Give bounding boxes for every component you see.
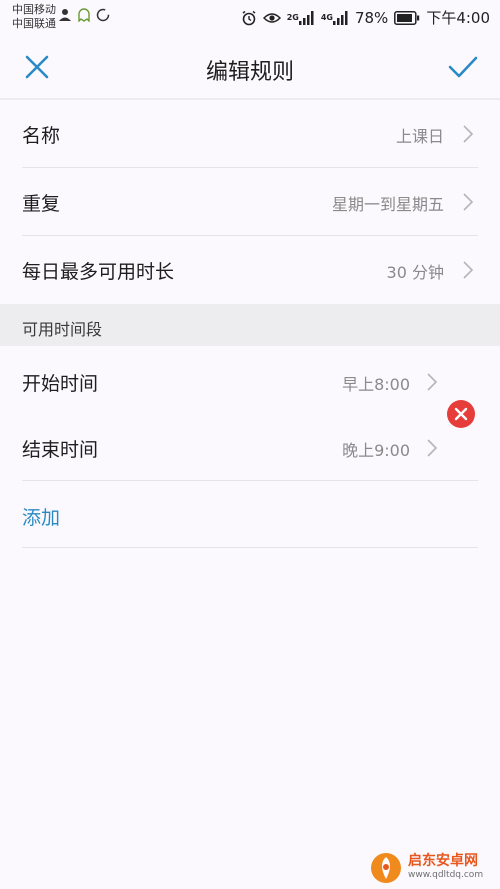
confirm-button[interactable] <box>446 50 480 84</box>
repeat-value: 星期一到星期五 <box>331 195 444 214</box>
name-row[interactable]: 名称 上课日 <box>22 100 478 167</box>
user-icon <box>58 8 72 22</box>
sync-icon <box>96 8 110 22</box>
daily-limit-value: 30 分钟 <box>386 263 444 282</box>
page-title: 编辑规则 <box>205 60 294 85</box>
watermark: 启东安卓网 www.qdltdq.com <box>370 852 483 884</box>
delete-time-period-button[interactable] <box>447 400 475 428</box>
repeat-row[interactable]: 重复 星期一到星期五 <box>22 168 478 235</box>
status-right-icons: 2G 4G 78% 下午4:00 <box>235 7 490 28</box>
repeat-label: 重复 <box>22 193 61 215</box>
add-time-period-button[interactable]: 添加 <box>22 503 60 530</box>
chevron-right-icon <box>463 193 474 211</box>
name-label: 名称 <box>22 125 61 147</box>
chevron-right-icon <box>463 261 474 279</box>
battery-percent: 78% <box>354 8 389 27</box>
start-time-value: 早上8:00 <box>342 375 410 394</box>
watermark-logo-icon <box>371 853 401 883</box>
watermark-text: 启东安卓网 www.qdltdq.com <box>408 854 483 882</box>
chevron-right-icon <box>463 125 474 143</box>
status-left-icons <box>58 8 115 22</box>
network-2g-label: 2G <box>286 12 299 22</box>
name-value: 上课日 <box>395 127 444 146</box>
network-4g-label: 4G <box>320 12 333 22</box>
start-time-row[interactable]: 开始时间 早上8:00 <box>22 348 478 415</box>
section-title: 可用时间段 <box>22 320 103 339</box>
time-period-section-header: 可用时间段 <box>0 304 500 346</box>
eye-icon <box>262 11 281 25</box>
signal-icon <box>298 10 314 25</box>
daily-limit-row[interactable]: 每日最多可用时长 30 分钟 <box>22 236 478 303</box>
start-time-label: 开始时间 <box>22 373 99 395</box>
signal-4g: 4G <box>320 10 349 25</box>
daily-limit-label: 每日最多可用时长 <box>22 261 175 283</box>
carrier-info: 中国移动 中国联通 <box>12 3 56 31</box>
title-bar: 编辑规则 <box>0 36 500 100</box>
end-time-label: 结束时间 <box>22 439 99 461</box>
signal-icon-2 <box>332 10 348 25</box>
alarm-icon <box>241 10 257 26</box>
status-bar: 中国移动 中国联通 2G 4G 78% 下午4:00 <box>0 0 500 36</box>
ghost-icon <box>77 8 91 22</box>
check-icon <box>448 56 478 78</box>
chevron-right-icon <box>427 439 438 457</box>
watermark-url: www.qdltdq.com <box>408 870 484 880</box>
carrier-1: 中国移动 <box>12 3 56 16</box>
watermark-name: 启东安卓网 <box>408 853 478 869</box>
battery-icon <box>394 10 420 25</box>
end-time-value: 晚上9:00 <box>342 441 410 460</box>
end-time-row[interactable]: 结束时间 晚上9:00 <box>22 414 478 481</box>
clock: 下午4:00 <box>426 9 490 27</box>
signal-2g: 2G <box>286 10 315 25</box>
divider <box>22 480 478 481</box>
divider <box>22 547 478 548</box>
chevron-right-icon <box>427 373 438 391</box>
close-icon <box>454 407 468 421</box>
carrier-2: 中国联通 <box>12 17 56 30</box>
